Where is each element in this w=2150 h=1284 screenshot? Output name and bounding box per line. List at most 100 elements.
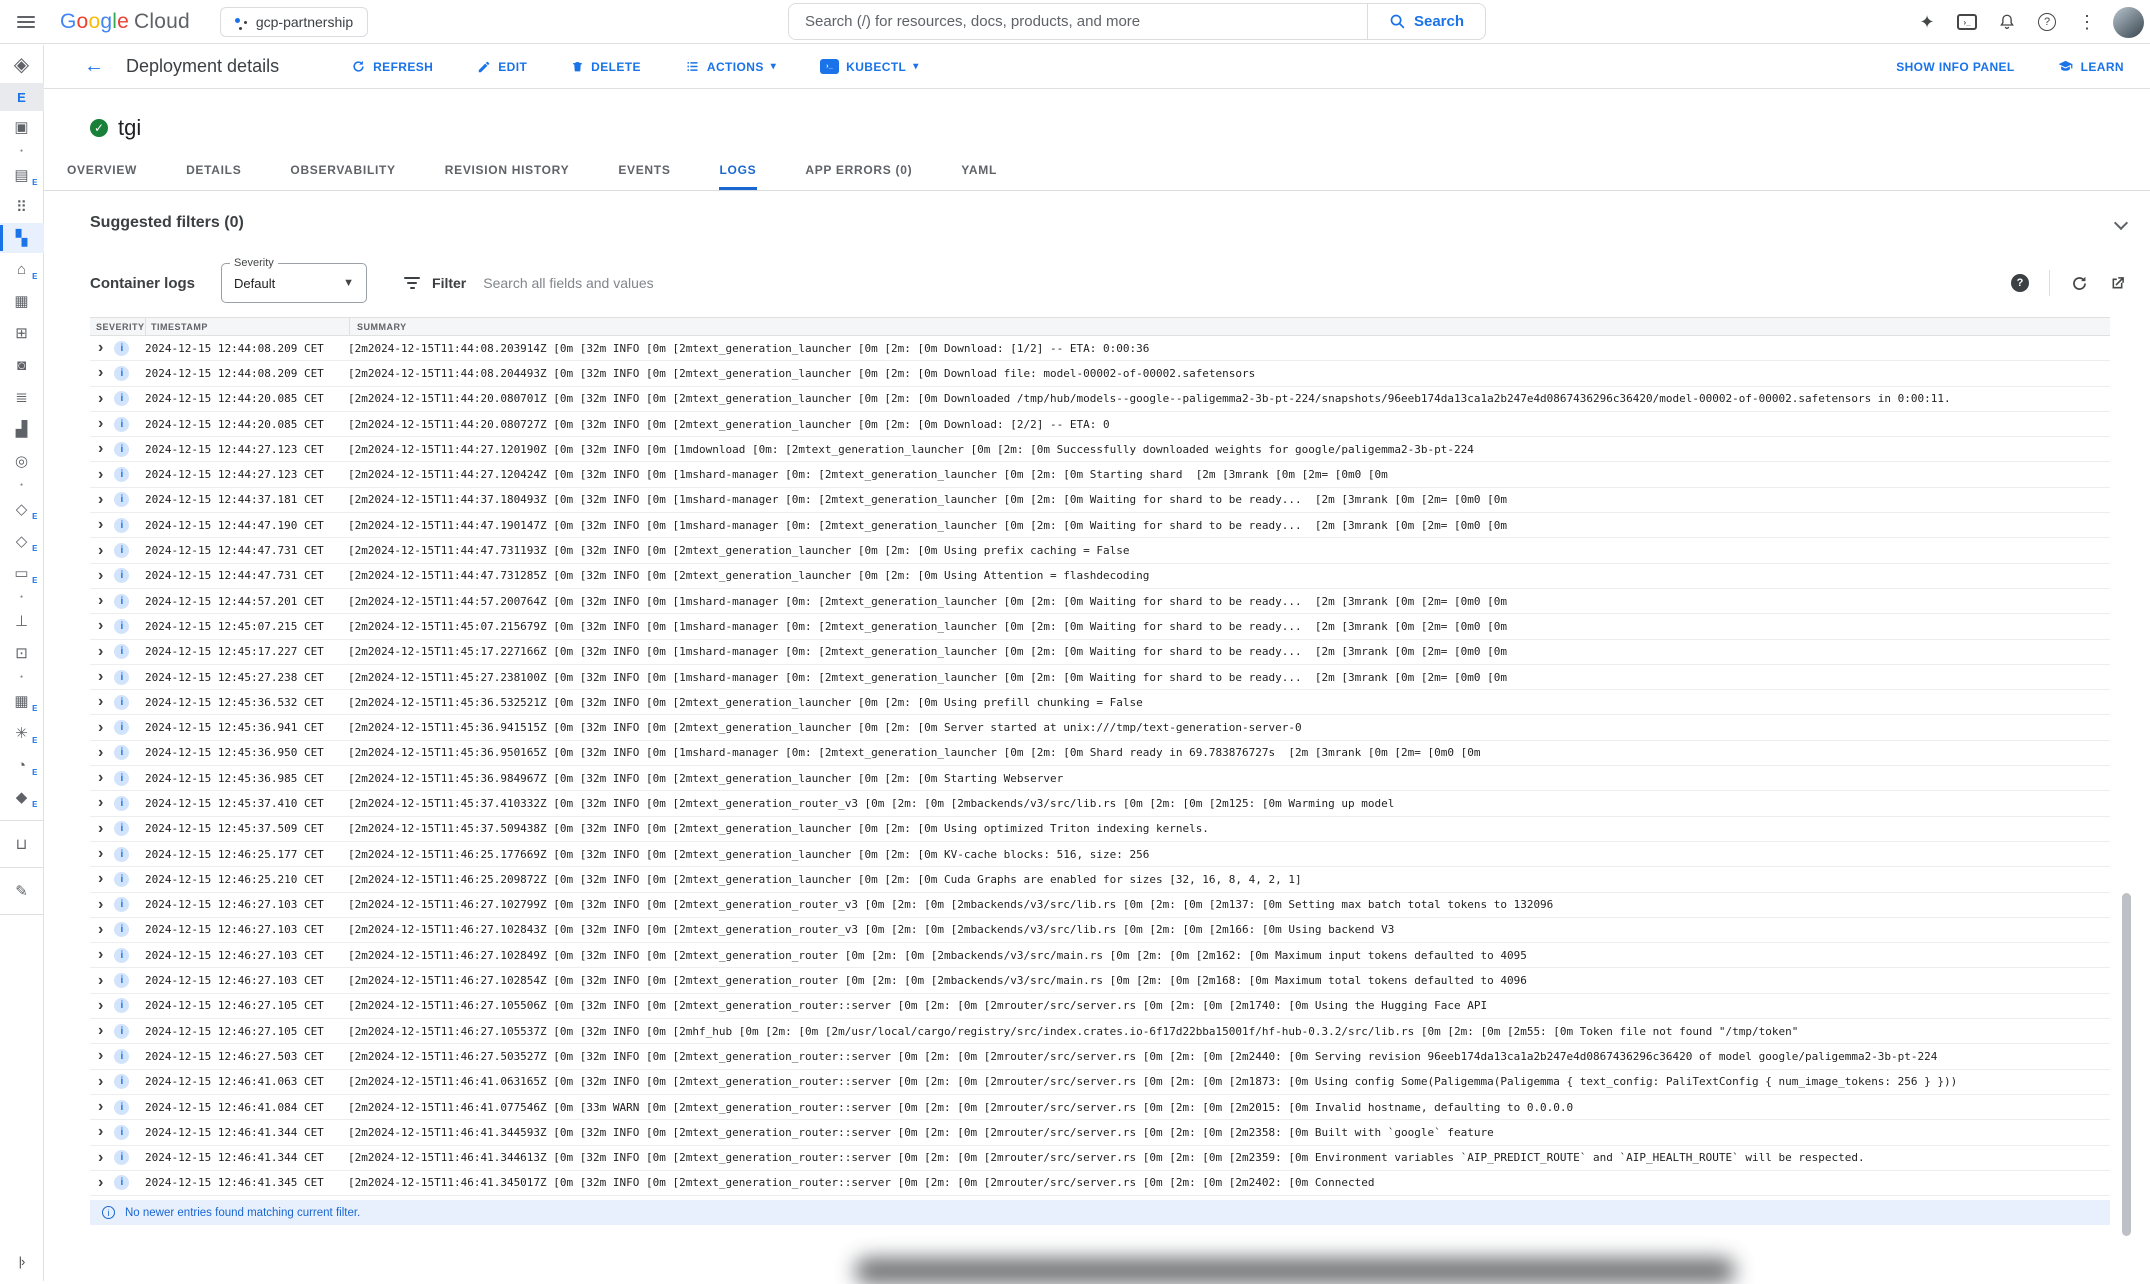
log-row[interactable]: › i 2024-12-15 12:46:41.063 CET [2m2024-… [90, 1070, 2110, 1095]
dots-grid-icon[interactable]: ⠿ [0, 191, 44, 223]
expand-chevron-icon[interactable]: › [98, 947, 103, 963]
log-row[interactable]: › i 2024-12-15 12:45:36.950 CET [2m2024-… [90, 741, 2110, 766]
tab-details[interactable]: DETAILS [185, 154, 242, 190]
search-button[interactable]: Search [1367, 4, 1485, 39]
log-row[interactable]: › i 2024-12-15 12:46:41.084 CET [2m2024-… [90, 1095, 2110, 1120]
log-info-icon[interactable]: i [114, 492, 129, 507]
cube-e-icon-2[interactable]: ◇E [0, 525, 44, 557]
query-help-icon[interactable]: ? [2011, 274, 2029, 292]
log-info-icon[interactable]: i [114, 948, 129, 963]
expand-chevron-icon[interactable]: › [98, 517, 103, 533]
log-info-icon[interactable]: i [114, 973, 129, 988]
log-row[interactable]: › i 2024-12-15 12:46:27.105 CET [2m2024-… [90, 1019, 2110, 1044]
expand-chevron-icon[interactable]: › [98, 720, 103, 736]
log-row[interactable]: › i 2024-12-15 12:46:27.105 CET [2m2024-… [90, 994, 2110, 1019]
spark-e-icon[interactable]: ✳E [0, 717, 44, 749]
log-info-icon[interactable]: i [114, 745, 129, 760]
grid-4-icon[interactable]: ⊞ [0, 317, 44, 349]
expand-chevron-icon[interactable]: › [98, 593, 103, 609]
log-row[interactable]: › i 2024-12-15 12:46:41.345 CET [2m2024-… [90, 1171, 2110, 1196]
expand-chevron-icon[interactable]: › [98, 973, 103, 989]
log-row[interactable]: › i 2024-12-15 12:44:20.085 CET [2m2024-… [90, 412, 2110, 437]
expand-chevron-icon[interactable]: › [98, 644, 103, 660]
log-info-icon[interactable]: i [114, 720, 129, 735]
cube-e-icon-1[interactable]: ◇E [0, 493, 44, 525]
open-in-new-icon[interactable] [2109, 275, 2126, 292]
building-e-icon[interactable]: ⌂E [0, 253, 44, 285]
learn-button[interactable]: LEARN [2057, 59, 2124, 74]
delete-button[interactable]: DELETE [571, 59, 641, 74]
expand-chevron-icon[interactable]: › [98, 340, 103, 356]
log-row[interactable]: › i 2024-12-15 12:44:27.123 CET [2m2024-… [90, 437, 2110, 462]
marketplace-cart-icon[interactable]: ⊔ [0, 828, 44, 860]
collapse-panel-icon[interactable]: |› [0, 1241, 44, 1281]
grid-9-icon[interactable]: ▦ [0, 285, 44, 317]
expand-chevron-icon[interactable]: › [98, 694, 103, 710]
log-filter-input[interactable] [483, 275, 1383, 291]
log-info-icon[interactable]: i [114, 568, 129, 583]
log-row[interactable]: › i 2024-12-15 12:44:20.085 CET [2m2024-… [90, 387, 2110, 412]
log-row[interactable]: › i 2024-12-15 12:46:27.103 CET [2m2024-… [90, 918, 2110, 943]
log-info-icon[interactable]: i [114, 872, 129, 887]
expand-chevron-icon[interactable]: › [98, 795, 103, 811]
notifications-bell-icon[interactable] [1987, 2, 2027, 42]
log-info-icon[interactable]: i [114, 670, 129, 685]
list-icon[interactable]: ≣ [0, 381, 44, 413]
expand-chevron-icon[interactable]: › [98, 618, 103, 634]
log-row[interactable]: › i 2024-12-15 12:44:47.190 CET [2m2024-… [90, 513, 2110, 538]
log-info-icon[interactable]: i [114, 796, 129, 811]
log-row[interactable]: › i 2024-12-15 12:46:41.344 CET [2m2024-… [90, 1120, 2110, 1145]
log-row[interactable]: › i 2024-12-15 12:44:57.201 CET [2m2024-… [90, 589, 2110, 614]
expand-chevron-icon[interactable]: › [98, 391, 103, 407]
log-row[interactable]: › i 2024-12-15 12:44:47.731 CET [2m2024-… [90, 564, 2110, 589]
log-row[interactable]: › i 2024-12-15 12:44:37.181 CET [2m2024-… [90, 488, 2110, 513]
tab-overview[interactable]: OVERVIEW [66, 154, 138, 190]
disk-icon[interactable]: ◙ [0, 349, 44, 381]
log-info-icon[interactable]: i [114, 391, 129, 406]
expand-chevron-icon[interactable]: › [98, 770, 103, 786]
log-info-icon[interactable]: i [114, 594, 129, 609]
expand-chevron-icon[interactable]: › [98, 1048, 103, 1064]
expand-chevron-icon[interactable]: › [98, 543, 103, 559]
log-info-icon[interactable]: i [114, 467, 129, 482]
log-info-icon[interactable]: i [114, 1049, 129, 1064]
log-row[interactable]: › i 2024-12-15 12:46:27.103 CET [2m2024-… [90, 968, 2110, 993]
refresh-button[interactable]: REFRESH [351, 59, 433, 74]
log-info-icon[interactable]: i [114, 619, 129, 634]
tab-revision-history[interactable]: REVISION HISTORY [444, 154, 571, 190]
log-row[interactable]: › i 2024-12-15 12:45:17.227 CET [2m2024-… [90, 640, 2110, 665]
tab-logs[interactable]: LOGS [719, 154, 758, 190]
expand-chevron-icon[interactable]: › [98, 846, 103, 862]
expand-chevron-icon[interactable]: › [98, 1124, 103, 1140]
log-row[interactable]: › i 2024-12-15 12:45:36.532 CET [2m2024-… [90, 690, 2110, 715]
log-row[interactable]: › i 2024-12-15 12:44:27.123 CET [2m2024-… [90, 462, 2110, 487]
crop-icon[interactable]: ⊡ [0, 637, 44, 669]
expand-chevron-icon[interactable]: › [98, 998, 103, 1014]
log-row[interactable]: › i 2024-12-15 12:44:08.209 CET [2m2024-… [90, 336, 2110, 361]
expand-chevron-icon[interactable]: › [98, 669, 103, 685]
chart-icon[interactable]: ▟ [0, 413, 44, 445]
release-notes-icon[interactable]: ✎ [0, 875, 44, 907]
log-info-icon[interactable]: i [114, 442, 129, 457]
panel-e-icon[interactable]: ▤E [0, 159, 44, 191]
target-icon[interactable]: ◎ [0, 445, 44, 477]
log-row[interactable]: › i 2024-12-15 12:46:27.103 CET [2m2024-… [90, 893, 2110, 918]
avatar[interactable] [2113, 7, 2144, 38]
show-info-panel-button[interactable]: SHOW INFO PANEL [1896, 60, 2014, 74]
log-info-icon[interactable]: i [114, 1024, 129, 1039]
windows-icon[interactable]: ▣ [0, 111, 44, 143]
expand-chevron-icon[interactable]: › [98, 821, 103, 837]
grid-e-icon[interactable]: ▦E [0, 685, 44, 717]
tab-events[interactable]: EVENTS [617, 154, 671, 190]
actions-button[interactable]: ACTIONS ▾ [685, 59, 776, 74]
log-row[interactable]: › i 2024-12-15 12:46:25.177 CET [2m2024-… [90, 842, 2110, 867]
log-row[interactable]: › i 2024-12-15 12:46:27.103 CET [2m2024-… [90, 943, 2110, 968]
expand-chevron-icon[interactable]: › [98, 568, 103, 584]
log-info-icon[interactable]: i [114, 847, 129, 862]
log-row[interactable]: › i 2024-12-15 12:46:27.503 CET [2m2024-… [90, 1044, 2110, 1069]
severity-dropdown[interactable]: Severity Default ▼ [221, 263, 367, 303]
log-row[interactable]: › i 2024-12-15 12:45:36.985 CET [2m2024-… [90, 766, 2110, 791]
hamburger-menu-icon[interactable] [0, 0, 52, 44]
log-info-icon[interactable]: i [114, 1125, 129, 1140]
log-row[interactable]: › i 2024-12-15 12:44:08.209 CET [2m2024-… [90, 361, 2110, 386]
